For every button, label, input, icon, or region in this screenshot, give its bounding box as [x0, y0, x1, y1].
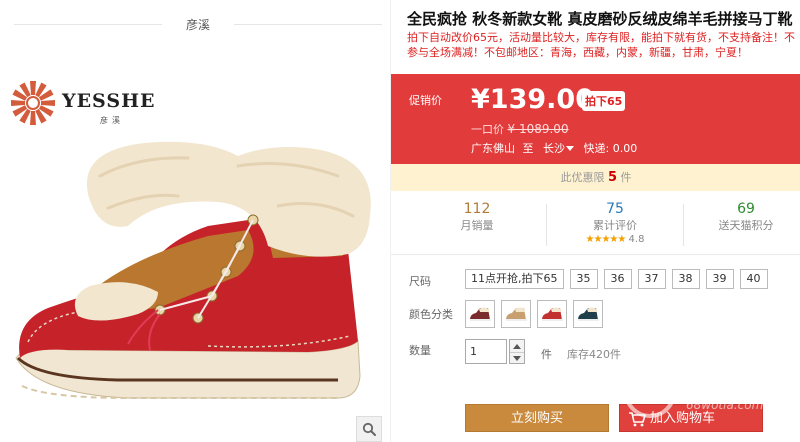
boot-thumbnail-icon	[542, 307, 563, 321]
size-options: 11点开抢,拍下65 35 36 37 38 39 40	[465, 269, 768, 289]
original-price-label: 一口价	[471, 123, 504, 136]
destination-label: 长沙	[543, 142, 565, 155]
stats-row: 112 月销量 75 累计评价 ★★★★★ 4.8 69 送天猫积分	[391, 192, 800, 252]
divider	[234, 24, 382, 25]
size-option[interactable]: 37	[637, 269, 666, 289]
product-detail-panel: 全民疯抢 秋冬新款女靴 真皮磨砂反绒皮绵羊毛拼接马丁靴 拍下自动改价65元，活动…	[390, 0, 800, 442]
search-icon	[362, 422, 376, 436]
price-box: 促销价 ¥139.00 拍下65 一口价 ¥ 1089.00 广东佛山 至 长沙…	[391, 74, 800, 164]
rating-stars-icon: ★★★★★	[585, 234, 627, 245]
stat-monthly-sales: 112 月销量	[411, 200, 543, 234]
divider	[391, 254, 800, 255]
product-title: 全民疯抢 秋冬新款女靴 真皮磨砂反绒皮绵羊毛拼接马丁靴	[407, 10, 793, 28]
increase-quantity-button[interactable]	[510, 340, 524, 352]
quantity-unit: 件	[541, 348, 552, 361]
color-swatch[interactable]	[537, 300, 567, 328]
boot-thumbnail-icon	[470, 307, 491, 321]
color-swatch[interactable]	[573, 300, 603, 328]
brand-logo: YESSHE 彦溪	[8, 78, 168, 130]
quantity-stepper	[509, 339, 525, 364]
stock-count: 库存420件	[567, 348, 621, 361]
divider	[546, 204, 547, 246]
reviews-value: 75	[606, 201, 624, 217]
express-label: 快递:	[583, 142, 610, 155]
boot-thumbnail-icon	[578, 307, 599, 321]
rating: ★★★★★ 4.8	[549, 234, 681, 245]
logo-subtext: 彦溪	[100, 116, 124, 125]
monthly-sales-label: 月销量	[460, 219, 494, 232]
original-price-row: 一口价 ¥ 1089.00	[471, 121, 569, 137]
ship-to: 至	[522, 142, 534, 155]
quantity-label: 数量	[409, 344, 431, 357]
product-gallery: 彦溪 YESSHE 彦溪	[0, 0, 390, 442]
logo-wordmark: YESSHE	[62, 90, 156, 112]
points-label: 送天猫积分	[718, 219, 774, 232]
promo-price: ¥139.00	[471, 84, 594, 115]
rating-value: 4.8	[628, 234, 645, 245]
original-price: ¥ 1089.00	[507, 122, 569, 136]
price-tag-badge: 拍下65	[582, 91, 626, 111]
shipping-row: 广东佛山 至 长沙 快递: 0.00	[471, 140, 637, 156]
color-swatch[interactable]	[501, 300, 531, 328]
quantity-input[interactable]	[465, 339, 507, 364]
zoom-button[interactable]	[356, 416, 382, 442]
caret-down-icon	[566, 146, 574, 151]
stat-points: 69 送天猫积分	[691, 200, 800, 234]
size-option[interactable]: 39	[705, 269, 734, 289]
color-label: 颜色分类	[409, 308, 453, 321]
purchase-limit-bar: 此优惠限 5 件	[391, 164, 800, 191]
caret-up-icon	[513, 343, 521, 349]
add-to-cart-label: 加入购物车	[650, 411, 716, 426]
promo-price-label: 促销价	[409, 94, 442, 107]
stat-reviews[interactable]: 75 累计评价 ★★★★★ 4.8	[549, 200, 681, 245]
divider	[14, 24, 162, 25]
sunburst-logo-icon	[11, 81, 55, 125]
brand-name-top: 彦溪	[185, 18, 210, 32]
size-option[interactable]: 40	[739, 269, 768, 289]
boot-thumbnail-icon	[506, 307, 527, 321]
limit-prefix: 此优惠限	[560, 171, 605, 184]
product-image-boot[interactable]	[8, 136, 378, 402]
color-options	[465, 300, 603, 328]
ship-origin: 广东佛山	[471, 142, 515, 155]
divider	[683, 204, 684, 246]
size-option[interactable]: 35	[569, 269, 598, 289]
points-value: 69	[737, 201, 755, 217]
destination-selector[interactable]: 长沙	[543, 140, 578, 156]
limit-suffix: 件	[620, 171, 632, 184]
size-option[interactable]: 36	[603, 269, 632, 289]
size-option[interactable]: 38	[671, 269, 700, 289]
limit-count: 5	[607, 170, 618, 185]
size-label: 尺码	[409, 275, 431, 288]
size-option[interactable]: 11点开抢,拍下65	[465, 269, 564, 289]
buy-now-button[interactable]: 立刻购买	[465, 404, 609, 432]
product-subtitle: 拍下自动改价65元，活动量比较大，库存有限，能拍下就有货，不支持备注！不参与全场…	[407, 31, 795, 59]
add-to-cart-button[interactable]: 加入购物车	[619, 404, 763, 432]
color-swatch[interactable]	[465, 300, 495, 328]
reviews-label: 累计评价	[593, 219, 637, 232]
cart-icon	[629, 412, 646, 427]
decrease-quantity-button[interactable]	[510, 352, 524, 364]
monthly-sales-value: 112	[463, 201, 491, 217]
express-fee: 0.00	[612, 142, 638, 155]
caret-down-icon	[513, 356, 521, 361]
